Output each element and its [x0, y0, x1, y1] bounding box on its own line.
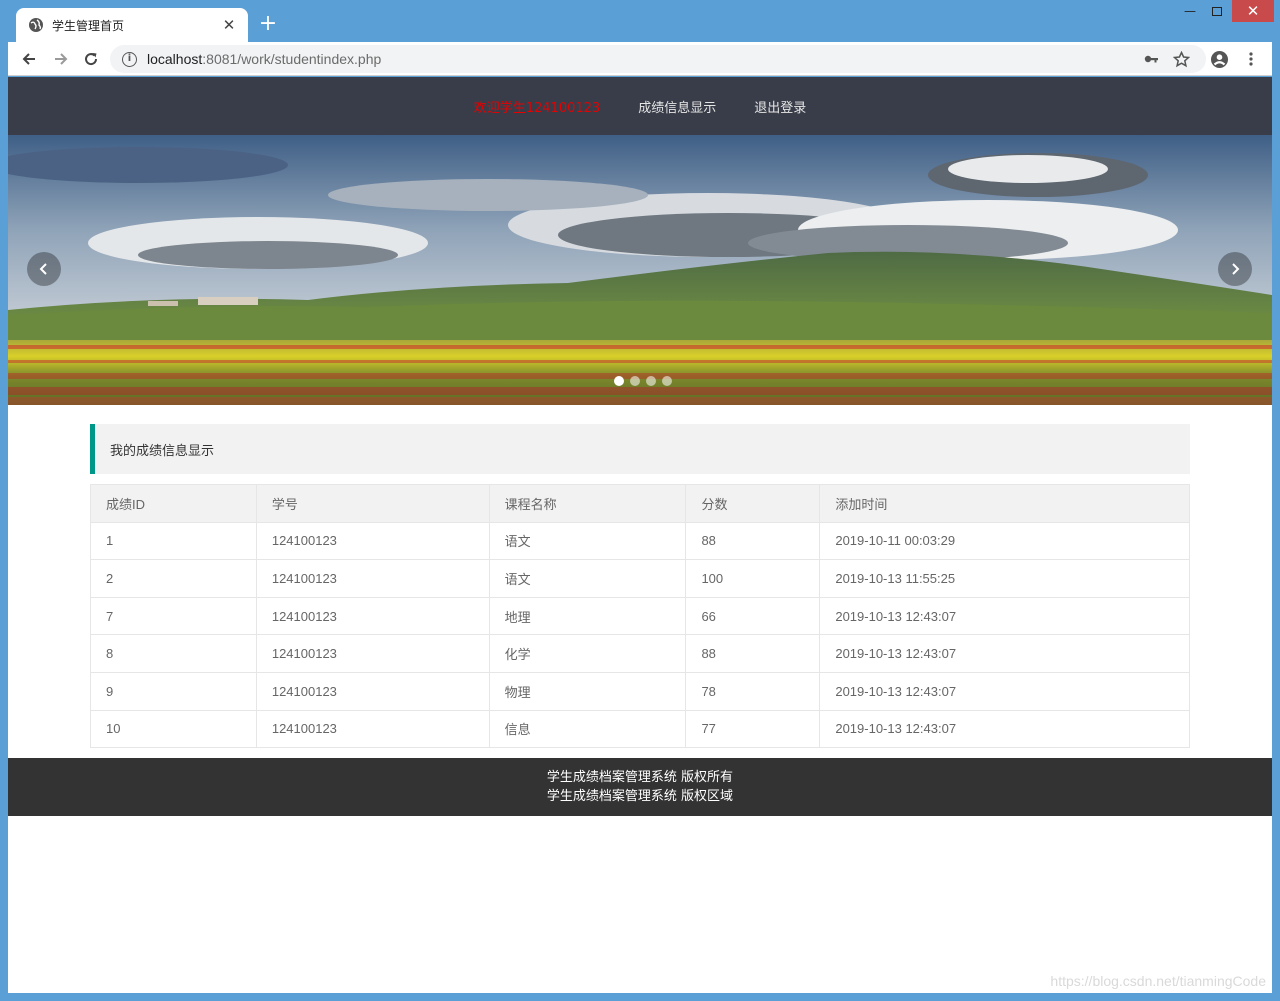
header-score: 分数	[685, 484, 821, 523]
page-footer: 学生成绩档案管理系统 版权所有 学生成绩档案管理系统 版权区域	[8, 758, 1272, 816]
cell-student-id: 124100123	[255, 634, 490, 673]
cell-added-time: 2019-10-13 12:43:07	[819, 671, 1190, 711]
new-tab-button[interactable]: +	[258, 11, 278, 37]
cell-student-id: 124100123	[255, 709, 490, 749]
nav-welcome-user[interactable]: 欢迎学生124100123	[474, 97, 600, 116]
table-row: 7 124100123 地理 66 2019-10-13 12:43:07	[90, 596, 1190, 636]
table-header-row: 成绩ID 学号 课程名称 分数 添加时间	[90, 484, 1190, 523]
tab-title: 学生管理首页	[52, 18, 125, 33]
footer-region-line: 学生成绩档案管理系统 版权区域	[546, 789, 734, 804]
table-row: 10 124100123 信息 77 2019-10-13 12:43:07	[90, 709, 1190, 749]
star-icon[interactable]	[1170, 48, 1192, 70]
browser-toolbar: i localhost:8081/work/studentindex.php	[8, 42, 1272, 76]
cell-student-id: 124100123	[255, 671, 490, 711]
grades-table: 成绩ID 学号 课程名称 分数 添加时间 1 124100123 语文 88 2…	[90, 484, 1190, 749]
cell-added-time: 2019-10-13 12:43:07	[819, 709, 1190, 749]
cell-added-time: 2019-10-13 11:55:25	[819, 559, 1190, 598]
watermark-text: https://blog.csdn.net/tianmingCode	[1050, 973, 1266, 989]
table-row: 1 124100123 语文 88 2019-10-11 00:03:29	[90, 521, 1190, 561]
nav-logout-link[interactable]: 退出登录	[754, 97, 806, 116]
carousel-dot[interactable]	[646, 376, 656, 386]
page-viewport: 欢迎学生124100123 成绩信息显示 退出登录 我的成绩信息显示 成绩ID …	[8, 77, 1272, 993]
cell-grade-id: 9	[90, 671, 257, 711]
url-host: localhost	[147, 51, 203, 67]
carousel-next-button[interactable]	[1218, 252, 1252, 286]
header-course-name: 课程名称	[488, 484, 687, 523]
header-grade-id: 成绩ID	[90, 484, 257, 523]
url-path: :8081/work/studentindex.php	[202, 51, 382, 67]
menu-icon[interactable]	[1240, 48, 1262, 70]
cell-score: 88	[685, 521, 821, 561]
browser-title-bar: 学生管理首页 ✕ + — ✕	[0, 0, 1280, 42]
chevron-right-icon	[1232, 263, 1240, 275]
maximize-button[interactable]	[1204, 0, 1230, 22]
key-icon[interactable]	[1140, 48, 1162, 70]
chevron-left-icon	[39, 263, 47, 275]
cell-score: 66	[685, 596, 821, 636]
cell-score: 100	[685, 559, 821, 598]
carousel-indicators	[611, 376, 675, 386]
cell-added-time: 2019-10-13 12:43:07	[819, 596, 1190, 636]
carousel-dot[interactable]	[662, 376, 672, 386]
cell-course-name: 地理	[488, 596, 687, 636]
section-title: 我的成绩信息显示	[90, 424, 1190, 474]
back-icon[interactable]	[18, 48, 40, 70]
table-row: 2 124100123 语文 100 2019-10-13 11:55:25	[90, 559, 1190, 598]
browser-tab[interactable]: 学生管理首页 ✕	[16, 8, 248, 42]
cell-grade-id: 2	[90, 559, 257, 598]
cell-score: 88	[685, 634, 821, 673]
cell-grade-id: 10	[90, 709, 257, 749]
cell-course-name: 化学	[488, 634, 687, 673]
cell-score: 77	[685, 709, 821, 749]
cell-course-name: 物理	[488, 671, 687, 711]
cell-grade-id: 8	[90, 634, 257, 673]
url-text: localhost:8081/work/studentindex.php	[147, 51, 381, 67]
carousel-prev-button[interactable]	[27, 252, 61, 286]
account-icon[interactable]	[1208, 48, 1230, 70]
cell-student-id: 124100123	[255, 596, 490, 636]
cell-score: 78	[685, 671, 821, 711]
carousel-dot[interactable]	[630, 376, 640, 386]
cell-course-name: 信息	[488, 709, 687, 749]
address-bar[interactable]: i localhost:8081/work/studentindex.php	[110, 45, 1206, 73]
table-row: 8 124100123 化学 88 2019-10-13 12:43:07	[90, 634, 1190, 673]
cell-added-time: 2019-10-13 12:43:07	[819, 634, 1190, 673]
close-tab-icon[interactable]: ✕	[220, 16, 238, 34]
cell-added-time: 2019-10-11 00:03:29	[819, 521, 1190, 561]
cell-student-id: 124100123	[255, 559, 490, 598]
cell-course-name: 语文	[488, 521, 687, 561]
cell-grade-id: 7	[90, 596, 257, 636]
header-student-id: 学号	[255, 484, 490, 523]
cell-grade-id: 1	[90, 521, 257, 561]
cell-course-name: 语文	[488, 559, 687, 598]
minimize-button[interactable]: —	[1176, 0, 1204, 22]
info-icon[interactable]: i	[122, 51, 137, 67]
window-close-button[interactable]: ✕	[1232, 0, 1274, 22]
nav-grades-link[interactable]: 成绩信息显示	[638, 97, 716, 116]
reload-icon[interactable]	[80, 48, 102, 70]
table-row: 9 124100123 物理 78 2019-10-13 12:43:07	[90, 671, 1190, 711]
top-navigation: 欢迎学生124100123 成绩信息显示 退出登录	[8, 77, 1272, 135]
cell-student-id: 124100123	[255, 521, 490, 561]
forward-icon[interactable]	[50, 48, 72, 70]
maximize-icon	[1212, 6, 1222, 16]
footer-copyright-line: 学生成绩档案管理系统 版权所有	[546, 770, 734, 785]
landscape-image	[8, 135, 1272, 405]
header-added-time: 添加时间	[819, 484, 1190, 523]
image-carousel	[8, 135, 1272, 405]
globe-icon	[29, 18, 43, 32]
carousel-dot[interactable]	[614, 376, 624, 386]
